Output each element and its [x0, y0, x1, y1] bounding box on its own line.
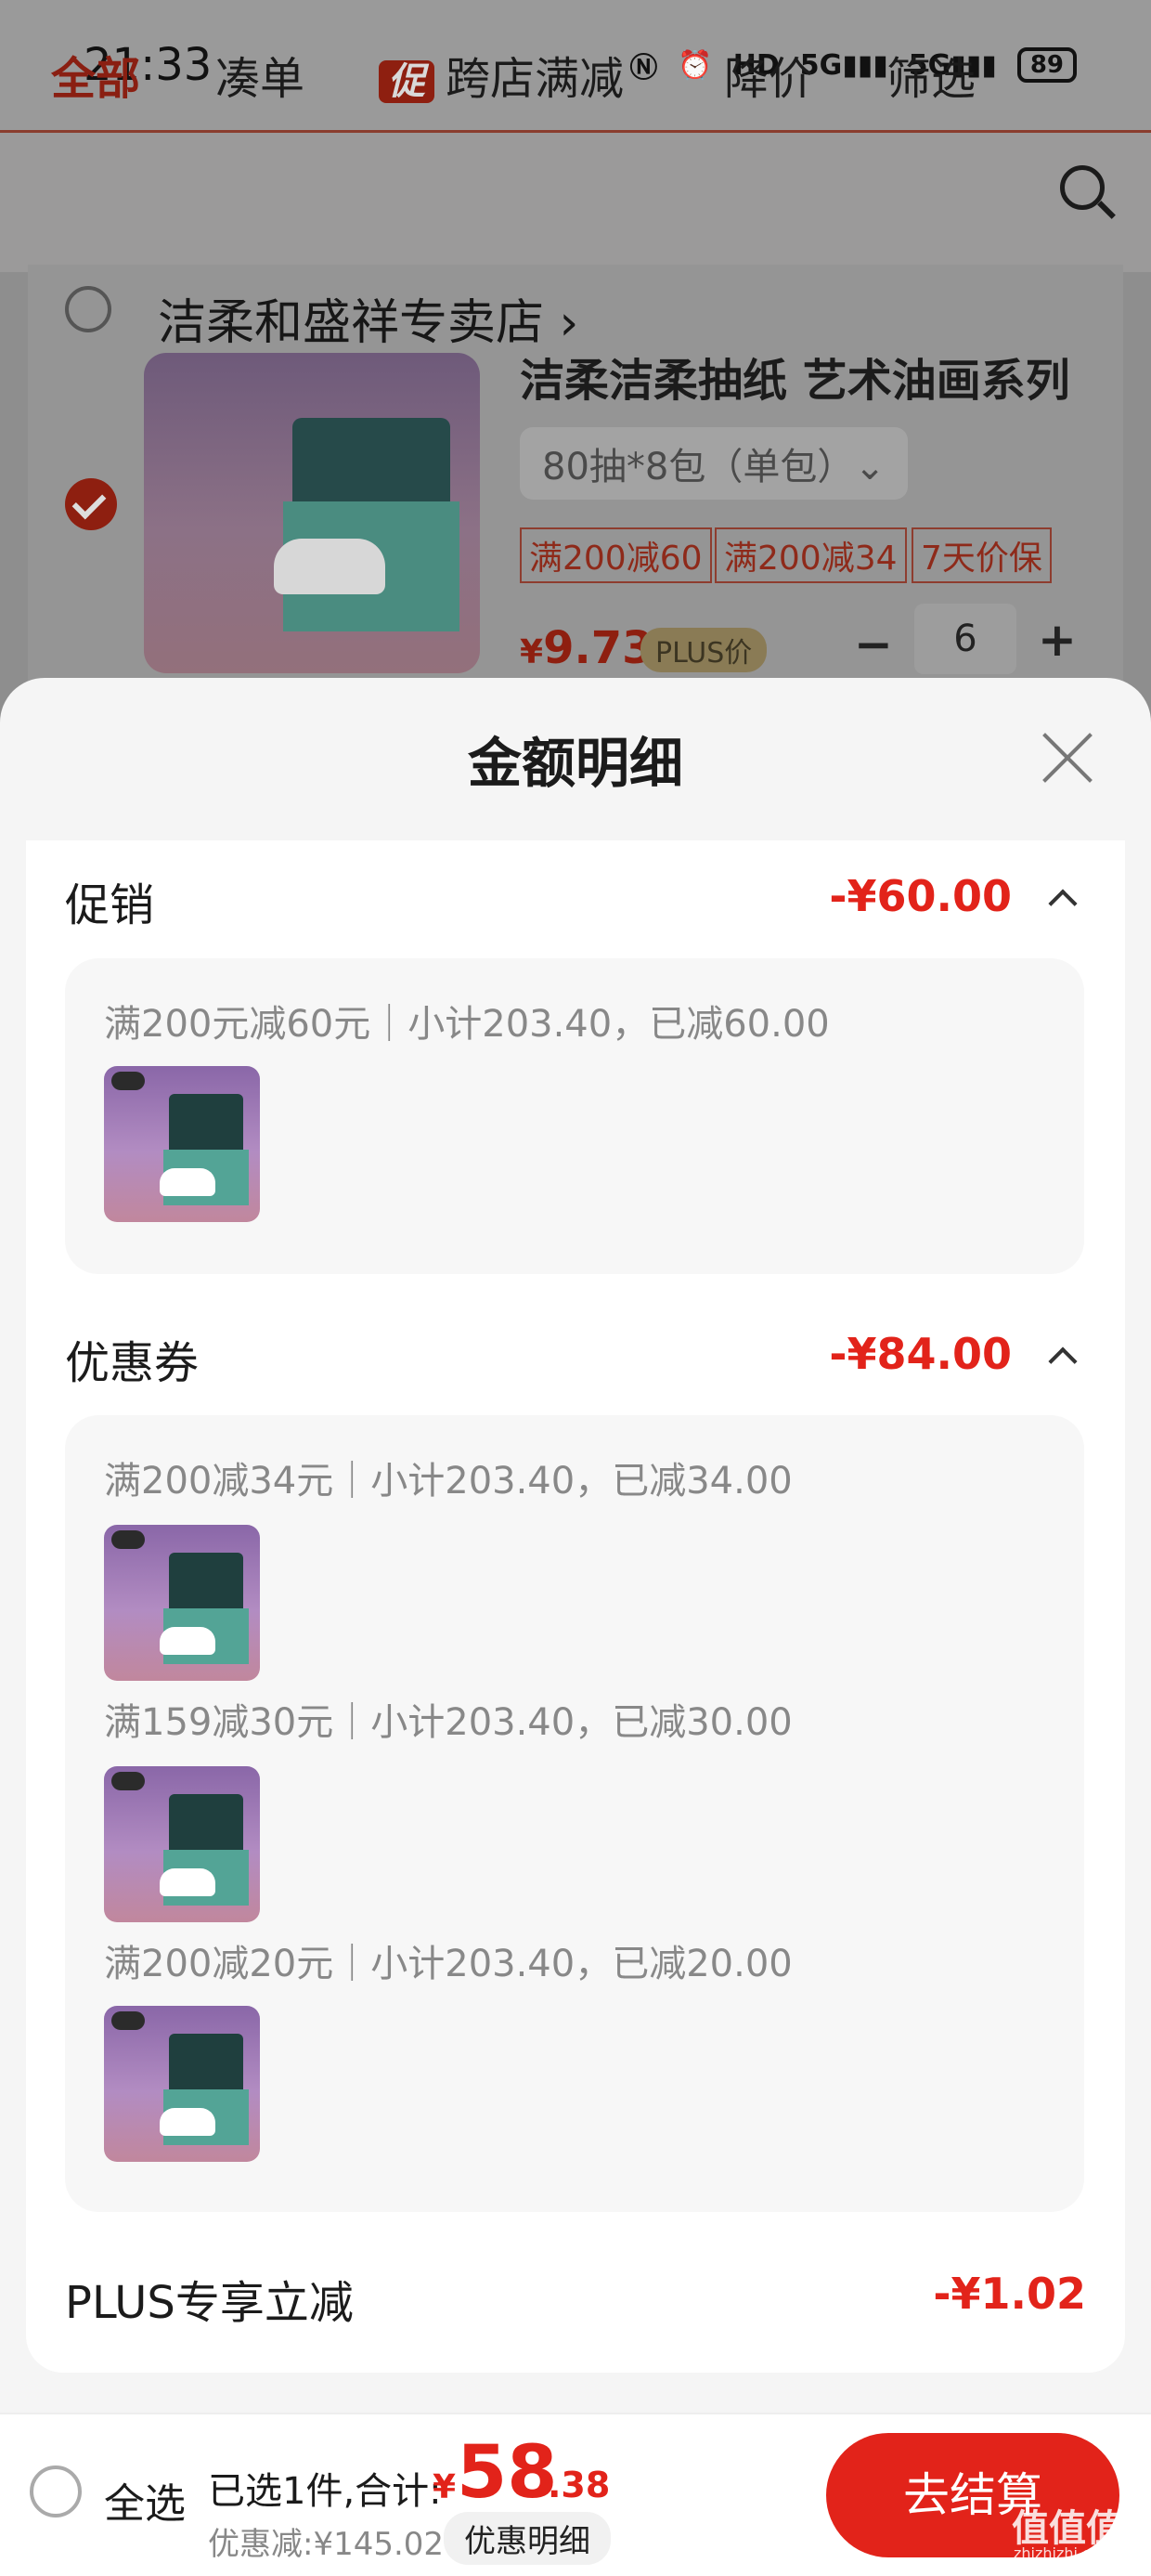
promo-tag: 满200减60 — [520, 527, 712, 583]
sheet-title: 金额明细 — [467, 732, 683, 795]
tab-filter[interactable]: 筛选 — [886, 42, 976, 107]
promo-badge: 促 — [379, 60, 434, 103]
promotion-amount: -¥60.00 — [829, 871, 1012, 921]
product-thumbnail — [104, 1525, 260, 1681]
product-thumbnail — [104, 2006, 260, 2162]
product-title[interactable]: 洁柔洁柔抽纸 艺术油画系列 — [520, 344, 1070, 409]
total-amount-integer: 58 — [457, 2431, 558, 2515]
product-thumbnail — [104, 1066, 260, 1222]
product-spec-select[interactable]: 80抽*8包（单包）⌄ — [520, 427, 908, 500]
store-select-radio[interactable] — [65, 286, 111, 332]
product-checked-icon[interactable] — [65, 478, 117, 530]
nfc-icon: Ⓝ — [629, 52, 658, 85]
quantity-input[interactable]: 6 — [914, 604, 1016, 674]
discount-detail-button[interactable]: 优惠明细 — [444, 2512, 611, 2565]
selected-summary: 已选1件,合计: — [208, 2470, 442, 2513]
product-price: ¥9.73 — [520, 622, 653, 674]
coupon-line: 满159减30元｜小计203.40，已减30.00 — [104, 1701, 793, 1744]
select-all-radio[interactable] — [30, 2465, 82, 2517]
tab-cross-store-label: 跨店满减 — [446, 53, 625, 105]
search-icon[interactable] — [1060, 165, 1105, 210]
close-icon[interactable] — [1040, 730, 1095, 786]
promotion-line: 满200元减60元｜小计203.40，已减60.00 — [104, 1003, 830, 1046]
quantity-minus-button[interactable]: − — [854, 618, 893, 671]
discount-total: 优惠减:¥145.02 — [208, 2526, 445, 2563]
alarm-icon: ⏰ — [678, 48, 713, 82]
coupon-line: 满200减20元｜小计203.40，已减20.00 — [104, 1943, 793, 1985]
product-thumbnail — [104, 1766, 260, 1922]
watermark-url: zhizhizhi.com — [1014, 2544, 1115, 2562]
status-icons: Ⓝ ⏰ HD 5G▮▮▮ 5G▮▮▮ 89 — [629, 45, 1077, 85]
tab-combine[interactable]: 凑单 — [215, 42, 304, 107]
store-name[interactable]: 洁柔和盛祥专卖店 › — [158, 283, 578, 353]
tab-price-drop[interactable]: 降价 — [724, 42, 813, 107]
total-amount-decimal: .38 — [548, 2465, 611, 2505]
filter-tab-bar — [0, 130, 1151, 272]
coupon-line: 满200减34元｜小计203.40，已减34.00 — [104, 1460, 793, 1503]
promo-tag: 7天价保 — [912, 527, 1052, 583]
plus-discount-label: PLUS专享立减 — [65, 2277, 354, 2329]
quantity-plus-button[interactable]: + — [1038, 613, 1077, 667]
promo-tag: 满200减34 — [715, 527, 907, 583]
promotion-label: 促销 — [65, 879, 155, 931]
total-currency: ¥ — [433, 2468, 457, 2506]
coupon-label: 优惠券 — [65, 1337, 200, 1389]
plus-price-badge: PLUS价 — [640, 628, 768, 672]
plus-discount-amount: -¥1.02 — [933, 2269, 1086, 2319]
battery-icon: 89 — [1016, 47, 1077, 83]
select-all-label[interactable]: 全选 — [104, 2470, 186, 2530]
coupon-amount: -¥84.00 — [829, 1329, 1012, 1379]
tab-cross-store[interactable]: 促跨店满减 — [379, 42, 624, 107]
product-image[interactable] — [144, 353, 480, 673]
tab-all[interactable]: 全部 — [51, 42, 140, 107]
